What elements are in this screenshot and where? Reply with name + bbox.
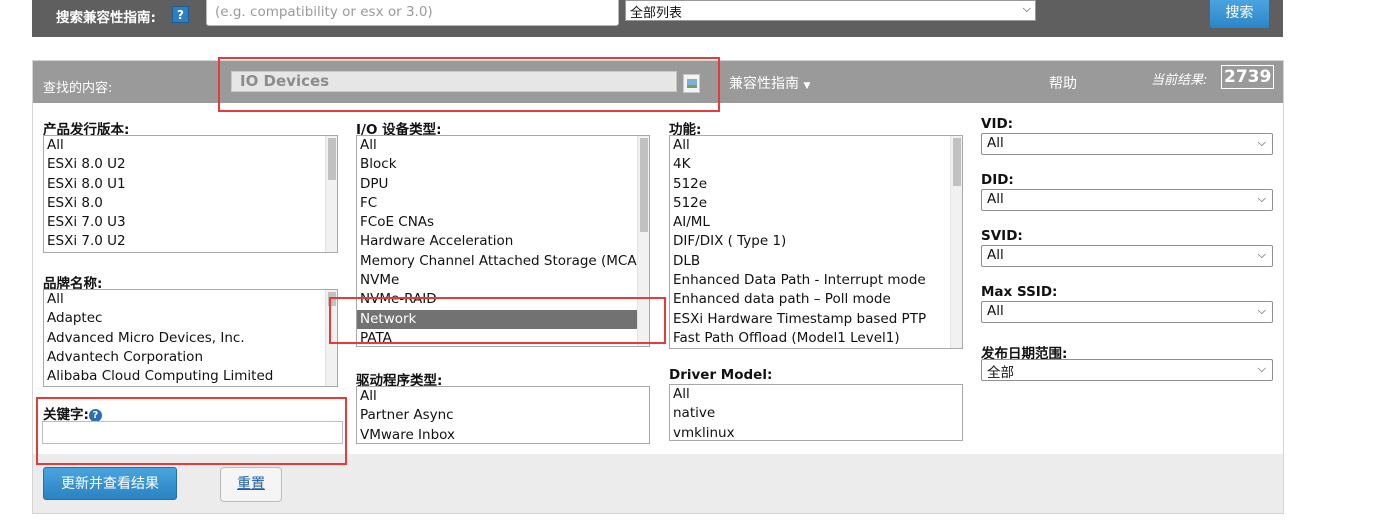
list-item[interactable]: VMware Inbox — [357, 426, 649, 443]
list-item[interactable]: 512e — [670, 194, 962, 213]
keyword-label: 关键字:? — [43, 403, 102, 423]
image-icon[interactable] — [683, 74, 700, 93]
list-item[interactable]: ESXi 8.0 — [44, 194, 337, 213]
vid-label: VID: — [981, 116, 1014, 132]
help-link[interactable]: 帮助 — [1049, 73, 1077, 93]
brand-listbox[interactable]: All Adaptec Advanced Micro Devices, Inc.… — [43, 289, 338, 387]
list-item[interactable]: Adaptec — [44, 309, 337, 328]
list-select-value: 全部列表 — [630, 6, 683, 21]
panel-header: 查找的内容: IO Devices 兼容性指南 ▼ 帮助 当前结果: 2739 — [33, 61, 1283, 103]
list-item[interactable]: Advanced Micro Devices, Inc. — [44, 329, 337, 348]
list-item[interactable]: ESXi 8.0 U1 — [44, 175, 337, 194]
list-item[interactable]: Hardware Acceleration — [357, 232, 649, 251]
compat-guide-menu[interactable]: 兼容性指南 ▼ — [729, 73, 810, 93]
list-item[interactable]: Memory Channel Attached Storage (MCAS) — [357, 252, 649, 271]
chevron-down-icon: ⌵ — [1022, 2, 1031, 15]
chevron-down-icon: ⌵ — [1257, 136, 1266, 149]
did-select[interactable]: All ⌵ — [981, 189, 1273, 211]
list-item[interactable]: ESXi 7.0 U2 — [44, 232, 337, 251]
result-count: 2739 — [1221, 65, 1275, 89]
io-type-listbox[interactable]: All Block DPU FC FCoE CNAs Hardware Acce… — [356, 135, 650, 347]
chevron-down-icon: ⌵ — [1257, 248, 1266, 261]
scrollbar[interactable] — [637, 136, 649, 346]
help-icon[interactable]: ? — [172, 6, 189, 23]
release-listbox[interactable]: All ESXi 8.0 U2 ESXi 8.0 U1 ESXi 8.0 ESX… — [43, 135, 338, 253]
search-panel: 查找的内容: IO Devices 兼容性指南 ▼ 帮助 当前结果: 2739 — [32, 60, 1284, 514]
list-item-selected[interactable]: Network — [357, 309, 637, 329]
list-item[interactable]: ESXi Hardware Timestamp based PTP — [670, 310, 962, 329]
look-for-field[interactable]: IO Devices — [231, 71, 677, 92]
date-range-select[interactable]: 全部 ⌵ — [981, 359, 1273, 381]
list-item[interactable]: All — [670, 136, 962, 155]
driver-model-listbox[interactable]: All native vmklinux — [669, 384, 963, 441]
list-item[interactable]: 4K — [670, 155, 962, 174]
list-item[interactable]: DPU — [357, 175, 649, 194]
list-item[interactable]: All — [44, 136, 337, 155]
search-guide-label: 搜索兼容性指南: — [56, 10, 156, 26]
list-item[interactable]: DIF/DIX ( Type 1) — [670, 232, 962, 251]
list-item[interactable]: All — [357, 387, 649, 406]
vid-value: All — [987, 135, 1004, 151]
svid-select[interactable]: All ⌵ — [981, 245, 1273, 267]
list-item[interactable]: Enhanced Data Path - Interrupt mode — [670, 271, 962, 290]
list-item[interactable]: vmklinux — [670, 424, 962, 440]
list-item[interactable]: ESXi 7.0 U3 — [44, 213, 337, 232]
search-input[interactable]: (e.g. compatibility or esx or 3.0) — [206, 0, 619, 26]
list-item[interactable]: FCoE CNAs — [357, 213, 649, 232]
result-label: 当前结果: — [1151, 73, 1208, 88]
svid-label: SVID: — [981, 228, 1023, 244]
driver-type-listbox[interactable]: All Partner Async VMware Inbox — [356, 386, 650, 444]
list-item[interactable]: ESXi 8.0 U2 — [44, 155, 337, 174]
reset-button[interactable]: 重置 — [220, 467, 282, 502]
features-listbox[interactable]: All 4K 512e 512e AI/ML DIF/DIX ( Type 1)… — [669, 135, 963, 349]
list-item[interactable]: DLB — [670, 252, 962, 271]
vid-select[interactable]: All ⌵ — [981, 133, 1273, 155]
list-item[interactable]: PATA — [357, 329, 649, 346]
svid-value: All — [987, 247, 1004, 263]
list-item[interactable]: Partner Async — [357, 406, 649, 425]
caret-down-icon: ▼ — [803, 81, 811, 91]
scrollbar[interactable] — [325, 136, 337, 252]
chevron-down-icon: ⌵ — [1257, 192, 1266, 205]
list-item[interactable]: FC — [357, 194, 649, 213]
list-item[interactable]: Block — [357, 155, 649, 174]
chevron-down-icon: ⌵ — [1257, 304, 1266, 317]
max-ssid-value: All — [987, 303, 1004, 319]
max-ssid-label: Max SSID: — [981, 284, 1058, 300]
scrollbar[interactable] — [325, 290, 337, 386]
list-select[interactable]: 全部列表 ⌵ — [625, 0, 1036, 21]
list-item[interactable]: All — [44, 290, 337, 309]
list-item[interactable]: NVMe-RAID — [357, 290, 649, 309]
did-value: All — [987, 191, 1004, 207]
list-item[interactable]: Advantech Corporation — [44, 348, 337, 367]
chevron-down-icon: ⌵ — [1257, 362, 1266, 375]
driver-model-label: Driver Model: — [669, 367, 773, 383]
list-item[interactable]: NVMe — [357, 271, 649, 290]
info-icon[interactable]: ? — [88, 408, 102, 422]
search-button[interactable]: 搜索 — [1210, 0, 1269, 28]
list-item[interactable]: native — [670, 404, 962, 423]
update-results-button[interactable]: 更新并查看结果 — [43, 467, 177, 500]
list-item[interactable]: AI/ML — [670, 213, 962, 232]
look-for-label: 查找的内容: — [43, 81, 113, 96]
list-item[interactable]: Fast Path Offload (Model1 Level1) — [670, 329, 962, 348]
list-item[interactable]: All — [670, 385, 962, 404]
date-range-value: 全部 — [987, 365, 1014, 381]
list-item[interactable]: Alibaba Cloud Computing Limited — [44, 367, 337, 386]
top-search-bar: 搜索兼容性指南: ? (e.g. compatibility or esx or… — [32, 0, 1283, 37]
max-ssid-select[interactable]: All ⌵ — [981, 301, 1273, 323]
list-item[interactable]: 512e — [670, 175, 962, 194]
keyword-input[interactable] — [42, 421, 343, 444]
scrollbar[interactable] — [950, 136, 962, 348]
list-item[interactable]: Enhanced data path – Poll mode — [670, 290, 962, 309]
list-item[interactable]: All — [357, 136, 649, 155]
did-label: DID: — [981, 172, 1014, 188]
